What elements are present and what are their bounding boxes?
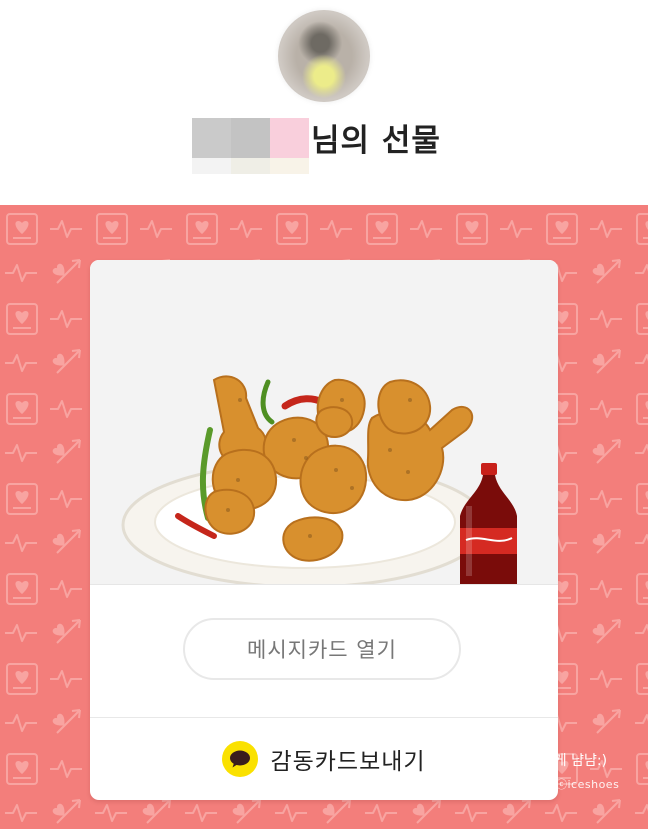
sender-avatar bbox=[278, 10, 370, 102]
redaction-block bbox=[192, 118, 231, 174]
gift-title-suffix: 님의 선물 bbox=[311, 123, 441, 159]
cola-bottle bbox=[460, 463, 517, 584]
sender-name-redacted bbox=[192, 118, 309, 174]
image-divider bbox=[90, 584, 558, 585]
overlay-caption: 맛있게 냠냠:) bbox=[540, 753, 608, 769]
watermark: ⓒiceshoes bbox=[556, 778, 620, 791]
kakaotalk-bubble-icon bbox=[222, 741, 259, 777]
send-thanks-card-label: 감동카드보내기 bbox=[270, 749, 426, 775]
send-thanks-card-button[interactable]: 감동카드보내기 bbox=[90, 718, 558, 800]
fried-chicken-cola-image bbox=[121, 375, 517, 584]
product-image bbox=[90, 260, 558, 584]
gift-sender-header: 님의 선물 bbox=[0, 0, 648, 205]
gift-title: 님의 선물 bbox=[192, 118, 441, 174]
open-message-card-label: 메시지카드 열기 bbox=[247, 638, 397, 662]
open-message-card-button[interactable]: 메시지카드 열기 bbox=[183, 618, 461, 680]
redaction-block bbox=[270, 118, 309, 174]
gift-card: 메시지카드 열기 감동카드보내기 bbox=[90, 260, 558, 800]
redaction-block bbox=[231, 118, 270, 174]
